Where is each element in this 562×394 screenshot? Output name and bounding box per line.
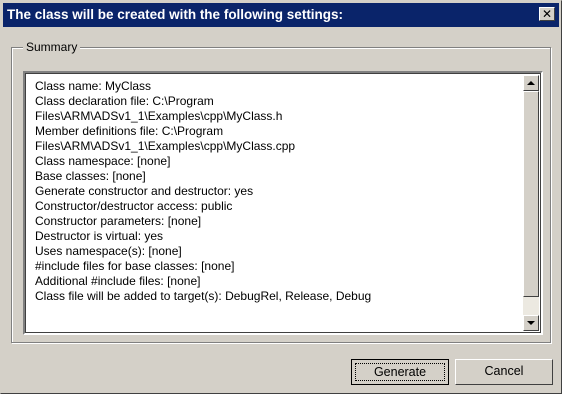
generate-button-label: Generate <box>355 363 445 381</box>
summary-line: Class declaration file: C:\Program <box>35 94 214 108</box>
close-icon: ✕ <box>541 7 553 21</box>
dialog-window: The class will be created with the follo… <box>0 0 562 394</box>
close-button[interactable]: ✕ <box>539 7 555 21</box>
summary-line: Base classes: [none] <box>35 169 146 183</box>
summary-line: Files\ARM\ADSv1_1\Examples\cpp\MyClass.h <box>35 109 283 123</box>
generate-button[interactable]: Generate <box>351 359 449 385</box>
summary-line: Destructor is virtual: yes <box>35 229 164 243</box>
summary-label: Summary <box>23 39 81 55</box>
summary-textbox[interactable]: Class name: MyClass Class declaration fi… <box>23 71 543 335</box>
summary-line: Class file will be added to target(s): D… <box>35 289 372 303</box>
summary-line: Uses namespace(s): [none] <box>35 244 182 258</box>
summary-line: Files\ARM\ADSv1_1\Examples\cpp\MyClass.c… <box>35 139 296 153</box>
dialog-title: The class will be created with the follo… <box>7 7 344 22</box>
summary-line: Generate constructor and destructor: yes <box>35 184 254 198</box>
summary-line: Constructor/destructor access: public <box>35 199 233 213</box>
arrow-up-icon <box>527 81 535 85</box>
scroll-up-button[interactable] <box>523 75 539 91</box>
summary-text: Class name: MyClass Class declaration fi… <box>35 79 515 304</box>
scroll-thumb[interactable] <box>523 91 539 297</box>
summary-line: Class name: MyClass <box>35 79 152 93</box>
scroll-down-button[interactable] <box>523 315 539 331</box>
summary-line: #include files for base classes: [none] <box>35 259 235 273</box>
summary-line: Class namespace: [none] <box>35 154 171 168</box>
arrow-down-icon <box>527 321 535 325</box>
title-bar[interactable]: The class will be created with the follo… <box>3 3 559 27</box>
summary-line: Constructor parameters: [none] <box>35 214 202 228</box>
cancel-button[interactable]: Cancel <box>455 359 553 385</box>
vertical-scrollbar[interactable] <box>523 75 539 331</box>
summary-line: Member definitions file: C:\Program <box>35 124 224 138</box>
summary-line: Additional #include files: [none] <box>35 274 201 288</box>
